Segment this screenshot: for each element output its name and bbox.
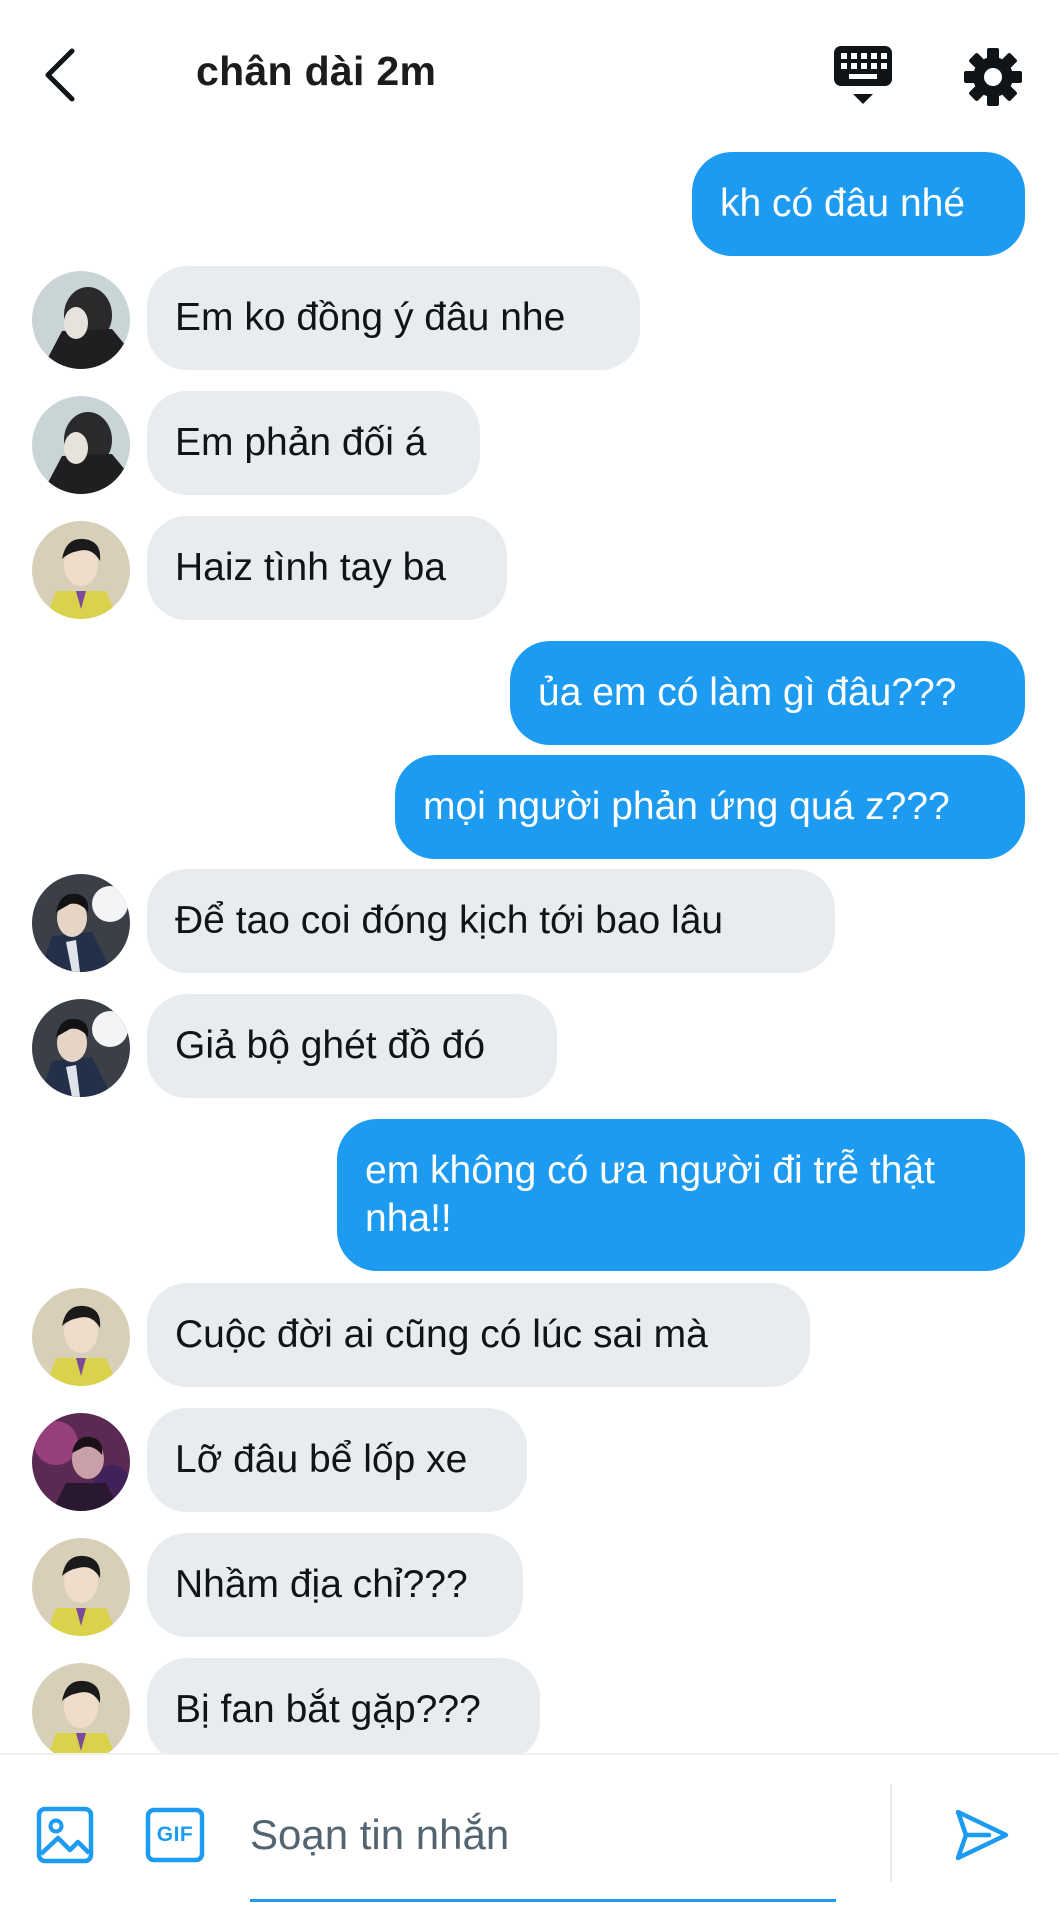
incoming-message[interactable]: Cuộc đời ai cũng có lúc sai mà bbox=[147, 1283, 810, 1387]
avatar[interactable] bbox=[32, 396, 130, 494]
message-text: Bị fan bắt gặp??? bbox=[175, 1688, 481, 1731]
outgoing-message[interactable]: kh có đâu nhé bbox=[692, 152, 1025, 256]
conversation-title: chân dài 2m bbox=[196, 48, 437, 94]
outgoing-message[interactable]: em không có ưa người đi trễ thật nha!! bbox=[337, 1119, 1025, 1271]
add-gif-button[interactable]: GIF bbox=[145, 1807, 205, 1863]
image-icon bbox=[36, 1806, 94, 1864]
message-text: Lỡ đâu bể lốp xe bbox=[175, 1438, 468, 1481]
composer-divider bbox=[890, 1784, 892, 1882]
avatar[interactable] bbox=[32, 521, 130, 619]
avatar-photo-c bbox=[32, 874, 130, 972]
avatar-photo-b bbox=[32, 1663, 130, 1761]
avatar-photo-c bbox=[32, 999, 130, 1097]
incoming-message[interactable]: Lỡ đâu bể lốp xe bbox=[147, 1408, 527, 1512]
message-text: Giả bộ ghét đồ đó bbox=[175, 1024, 486, 1067]
keyboard-button[interactable] bbox=[830, 42, 896, 108]
incoming-message[interactable]: Bị fan bắt gặp??? bbox=[147, 1658, 540, 1762]
message-text: Haiz tình tay ba bbox=[175, 546, 446, 589]
message-text: Để tao coi đóng kịch tới bao lâu bbox=[175, 899, 724, 942]
message-input[interactable] bbox=[250, 1800, 836, 1870]
conversation-header: chân dài 2m bbox=[0, 0, 1059, 145]
back-button[interactable] bbox=[30, 40, 90, 110]
avatar[interactable] bbox=[32, 1413, 130, 1511]
avatar-photo-a bbox=[32, 396, 130, 494]
message-text: ủa em có làm gì đâu??? bbox=[538, 671, 957, 714]
incoming-message[interactable]: Em ko đồng ý đâu nhe bbox=[147, 266, 640, 370]
send-button[interactable] bbox=[953, 1806, 1011, 1864]
incoming-message[interactable]: Haiz tình tay ba bbox=[147, 516, 507, 620]
message-text: em không có ưa người đi trễ thật nha!! bbox=[365, 1149, 935, 1240]
avatar-photo-b bbox=[32, 1288, 130, 1386]
avatar[interactable] bbox=[32, 999, 130, 1097]
message-text: Nhầm địa chỉ??? bbox=[175, 1563, 468, 1606]
incoming-message[interactable]: Để tao coi đóng kịch tới bao lâu bbox=[147, 869, 835, 973]
message-text: Cuộc đời ai cũng có lúc sai mà bbox=[175, 1313, 708, 1356]
keyboard-icon bbox=[834, 46, 892, 104]
settings-button[interactable] bbox=[962, 46, 1024, 108]
add-image-button[interactable] bbox=[36, 1806, 94, 1864]
avatar[interactable] bbox=[32, 271, 130, 369]
incoming-message[interactable]: Em phản đối á bbox=[147, 391, 480, 495]
message-text: kh có đâu nhé bbox=[720, 182, 966, 225]
send-icon bbox=[955, 1809, 1009, 1861]
avatar[interactable] bbox=[32, 1663, 130, 1761]
incoming-message[interactable]: Giả bộ ghét đồ đó bbox=[147, 994, 557, 1098]
message-text: Em phản đối á bbox=[175, 421, 427, 464]
gif-label: GIF bbox=[156, 1823, 194, 1846]
avatar-photo-b bbox=[32, 521, 130, 619]
input-underline bbox=[250, 1899, 836, 1902]
incoming-message[interactable]: Nhầm địa chỉ??? bbox=[147, 1533, 523, 1637]
chevron-left-icon bbox=[45, 48, 75, 102]
message-text: mọi người phản ứng quá z??? bbox=[423, 785, 950, 828]
avatar[interactable] bbox=[32, 1538, 130, 1636]
avatar-photo-d bbox=[32, 1413, 130, 1511]
outgoing-message[interactable]: ủa em có làm gì đâu??? bbox=[510, 641, 1025, 745]
avatar-photo-a bbox=[32, 271, 130, 369]
avatar[interactable] bbox=[32, 874, 130, 972]
avatar-photo-b bbox=[32, 1538, 130, 1636]
gear-icon bbox=[964, 48, 1022, 106]
message-text: Em ko đồng ý đâu nhe bbox=[175, 296, 566, 339]
avatar[interactable] bbox=[32, 1288, 130, 1386]
outgoing-message[interactable]: mọi người phản ứng quá z??? bbox=[395, 755, 1025, 859]
